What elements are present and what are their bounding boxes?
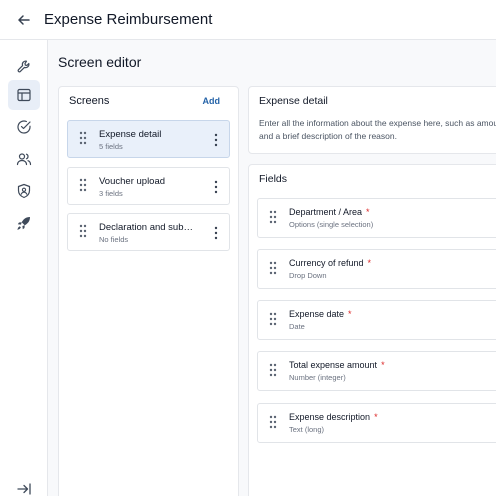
add-screen-button[interactable]: Add — [203, 96, 221, 106]
fields-panel: Fields Department / Area * Options (singl… — [248, 164, 496, 496]
screen-detail-title[interactable]: Expense detail — [259, 95, 328, 107]
field-type: Text (long) — [289, 425, 325, 434]
field-label: Expense description * — [289, 412, 378, 422]
screen-name: Declaration and sub… — [99, 222, 193, 233]
drag-handle-icon[interactable] — [79, 131, 87, 145]
drag-handle-icon[interactable] — [269, 312, 277, 326]
wrench-icon[interactable] — [8, 52, 40, 82]
field-label: Total expense amount * — [289, 360, 385, 370]
screen-description[interactable]: Enter all the information about the expe… — [259, 117, 496, 143]
required-marker: * — [366, 207, 370, 217]
screen-field-count: No fields — [99, 235, 129, 244]
drag-handle-icon[interactable] — [269, 363, 277, 377]
field-type: Options (single selection) — [289, 220, 374, 229]
screen-card[interactable]: Voucher upload 3 fields — [67, 167, 230, 205]
field-type: Date — [289, 322, 305, 331]
fields-panel-title: Fields — [259, 173, 288, 185]
field-name: Department / Area — [289, 207, 363, 217]
required-marker: * — [348, 309, 352, 319]
layout-icon[interactable] — [8, 80, 40, 110]
screen-name: Voucher upload — [99, 176, 166, 187]
drag-handle-icon[interactable] — [269, 261, 277, 275]
screen-detail-panel: Expense detail Enter all the information… — [248, 86, 496, 154]
field-card[interactable]: Department / Area * Options (single selec… — [257, 198, 496, 238]
page-title: Screen editor — [58, 54, 142, 70]
more-vertical-icon[interactable] — [214, 180, 218, 194]
drag-handle-icon[interactable] — [79, 224, 87, 238]
field-label: Department / Area * — [289, 207, 370, 217]
field-card[interactable]: Expense description * Text (long) — [257, 403, 496, 443]
field-type: Number (integer) — [289, 373, 346, 382]
more-vertical-icon[interactable] — [214, 226, 218, 240]
field-name: Expense date — [289, 309, 345, 319]
screen-card[interactable]: Expense detail 5 fields — [67, 120, 230, 158]
check-circle-icon[interactable] — [8, 112, 40, 142]
screens-panel-title: Screens — [69, 95, 110, 107]
screen-card[interactable]: Declaration and sub… No fields — [67, 213, 230, 251]
screens-panel: Screens Add Expense detail 5 fields Vouc… — [58, 86, 239, 496]
required-marker: * — [367, 258, 372, 268]
back-arrow-icon[interactable] — [12, 8, 36, 32]
main-content: Screen editor Screens Add Expense detail… — [48, 40, 496, 496]
field-label: Currency of refund * — [289, 258, 371, 268]
drag-handle-icon[interactable] — [79, 178, 87, 192]
field-card[interactable]: Currency of refund * Drop Down — [257, 249, 496, 289]
rocket-icon[interactable] — [8, 208, 40, 238]
screen-name: Expense detail — [99, 129, 162, 140]
screen-field-count: 5 fields — [99, 142, 123, 151]
screen-field-count: 3 fields — [99, 189, 123, 198]
field-card[interactable]: Total expense amount * Number (integer) — [257, 351, 496, 391]
collapse-sidebar-icon[interactable] — [8, 474, 40, 496]
shield-user-icon[interactable] — [8, 176, 40, 206]
field-label: Expense date * — [289, 309, 352, 319]
required-marker: * — [381, 360, 385, 370]
drag-handle-icon[interactable] — [269, 210, 277, 224]
more-vertical-icon[interactable] — [214, 133, 218, 147]
drag-handle-icon[interactable] — [269, 415, 277, 429]
field-name: Total expense amount — [289, 360, 378, 370]
field-card[interactable]: Expense date * Date — [257, 300, 496, 340]
app-title: Expense Reimbursement — [44, 11, 213, 28]
field-name: Currency of refund — [289, 258, 364, 268]
field-type: Drop Down — [289, 271, 327, 280]
users-icon[interactable] — [8, 144, 40, 174]
top-bar: Expense Reimbursement — [0, 0, 496, 40]
left-nav-rail — [0, 40, 48, 496]
field-name: Expense description — [289, 412, 371, 422]
required-marker: * — [374, 412, 378, 422]
